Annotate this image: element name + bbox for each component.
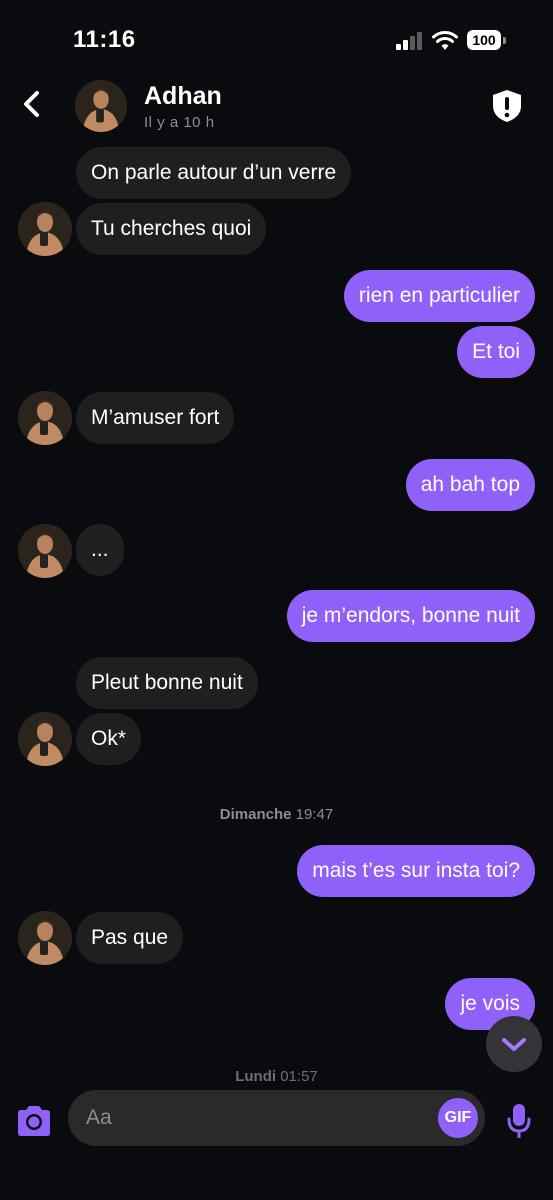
outgoing-message[interactable]: ah bah top [405,459,535,511]
date-separator-time: 01:57 [280,1068,318,1085]
message-input-placeholder[interactable]: Aa [86,1090,112,1146]
outgoing-message[interactable]: mais t’es sur insta toi? [297,845,535,897]
battery-icon: 100 [467,30,507,52]
date-separator-day: Dimanche [219,806,292,823]
incoming-message[interactable]: Ok* [76,713,142,765]
incoming-message[interactable]: Pleut bonne nuit [76,657,258,709]
cellular-signal-icon [396,32,426,50]
shield-alert-icon[interactable] [490,88,524,124]
incoming-message[interactable]: ... [76,524,124,576]
back-chevron-icon[interactable] [18,86,46,122]
incoming-message[interactable]: Tu cherches quoi [76,203,267,255]
camera-icon[interactable] [14,1103,54,1139]
incoming-message[interactable]: M’amuser fort [76,392,235,444]
status-time: 11:16 [73,26,136,53]
contact-last-seen: Il y a 10 h [144,114,215,131]
chevron-down-icon [502,1038,526,1051]
outgoing-message[interactable]: rien en particulier [343,270,535,322]
contact-avatar[interactable] [75,80,127,132]
sender-avatar[interactable] [18,391,72,445]
date-separator: Dimanche 19:47 [0,806,553,823]
sender-avatar[interactable] [18,202,72,256]
sender-avatar[interactable] [18,911,72,965]
date-separator: Lundi 01:57 [0,1068,553,1085]
date-separator-time: 19:47 [295,806,334,823]
message-composer: Aa GIF [0,1085,553,1200]
status-bar: 11:16 100 [0,0,553,80]
sender-avatar[interactable] [18,712,72,766]
battery-level: 100 [467,30,501,50]
microphone-icon[interactable] [505,1101,533,1141]
date-separator-day: Lundi [235,1068,277,1085]
incoming-message[interactable]: Pas que [76,912,184,964]
scroll-to-bottom-button[interactable] [486,1016,542,1072]
sender-avatar[interactable] [18,524,72,578]
incoming-message[interactable]: On parle autour d’un verre [76,147,352,199]
outgoing-message[interactable]: Et toi [457,326,535,378]
gif-button[interactable]: GIF [438,1098,478,1138]
message-list[interactable]: On parle autour d’un verre Tu cherches q… [0,140,553,1085]
message-input[interactable]: Aa GIF [68,1090,485,1146]
outgoing-message[interactable]: je m’endors, bonne nuit [286,590,535,642]
wifi-icon [432,31,458,50]
chat-header: Adhan Il y a 10 h [0,78,553,138]
contact-name[interactable]: Adhan [144,82,222,111]
